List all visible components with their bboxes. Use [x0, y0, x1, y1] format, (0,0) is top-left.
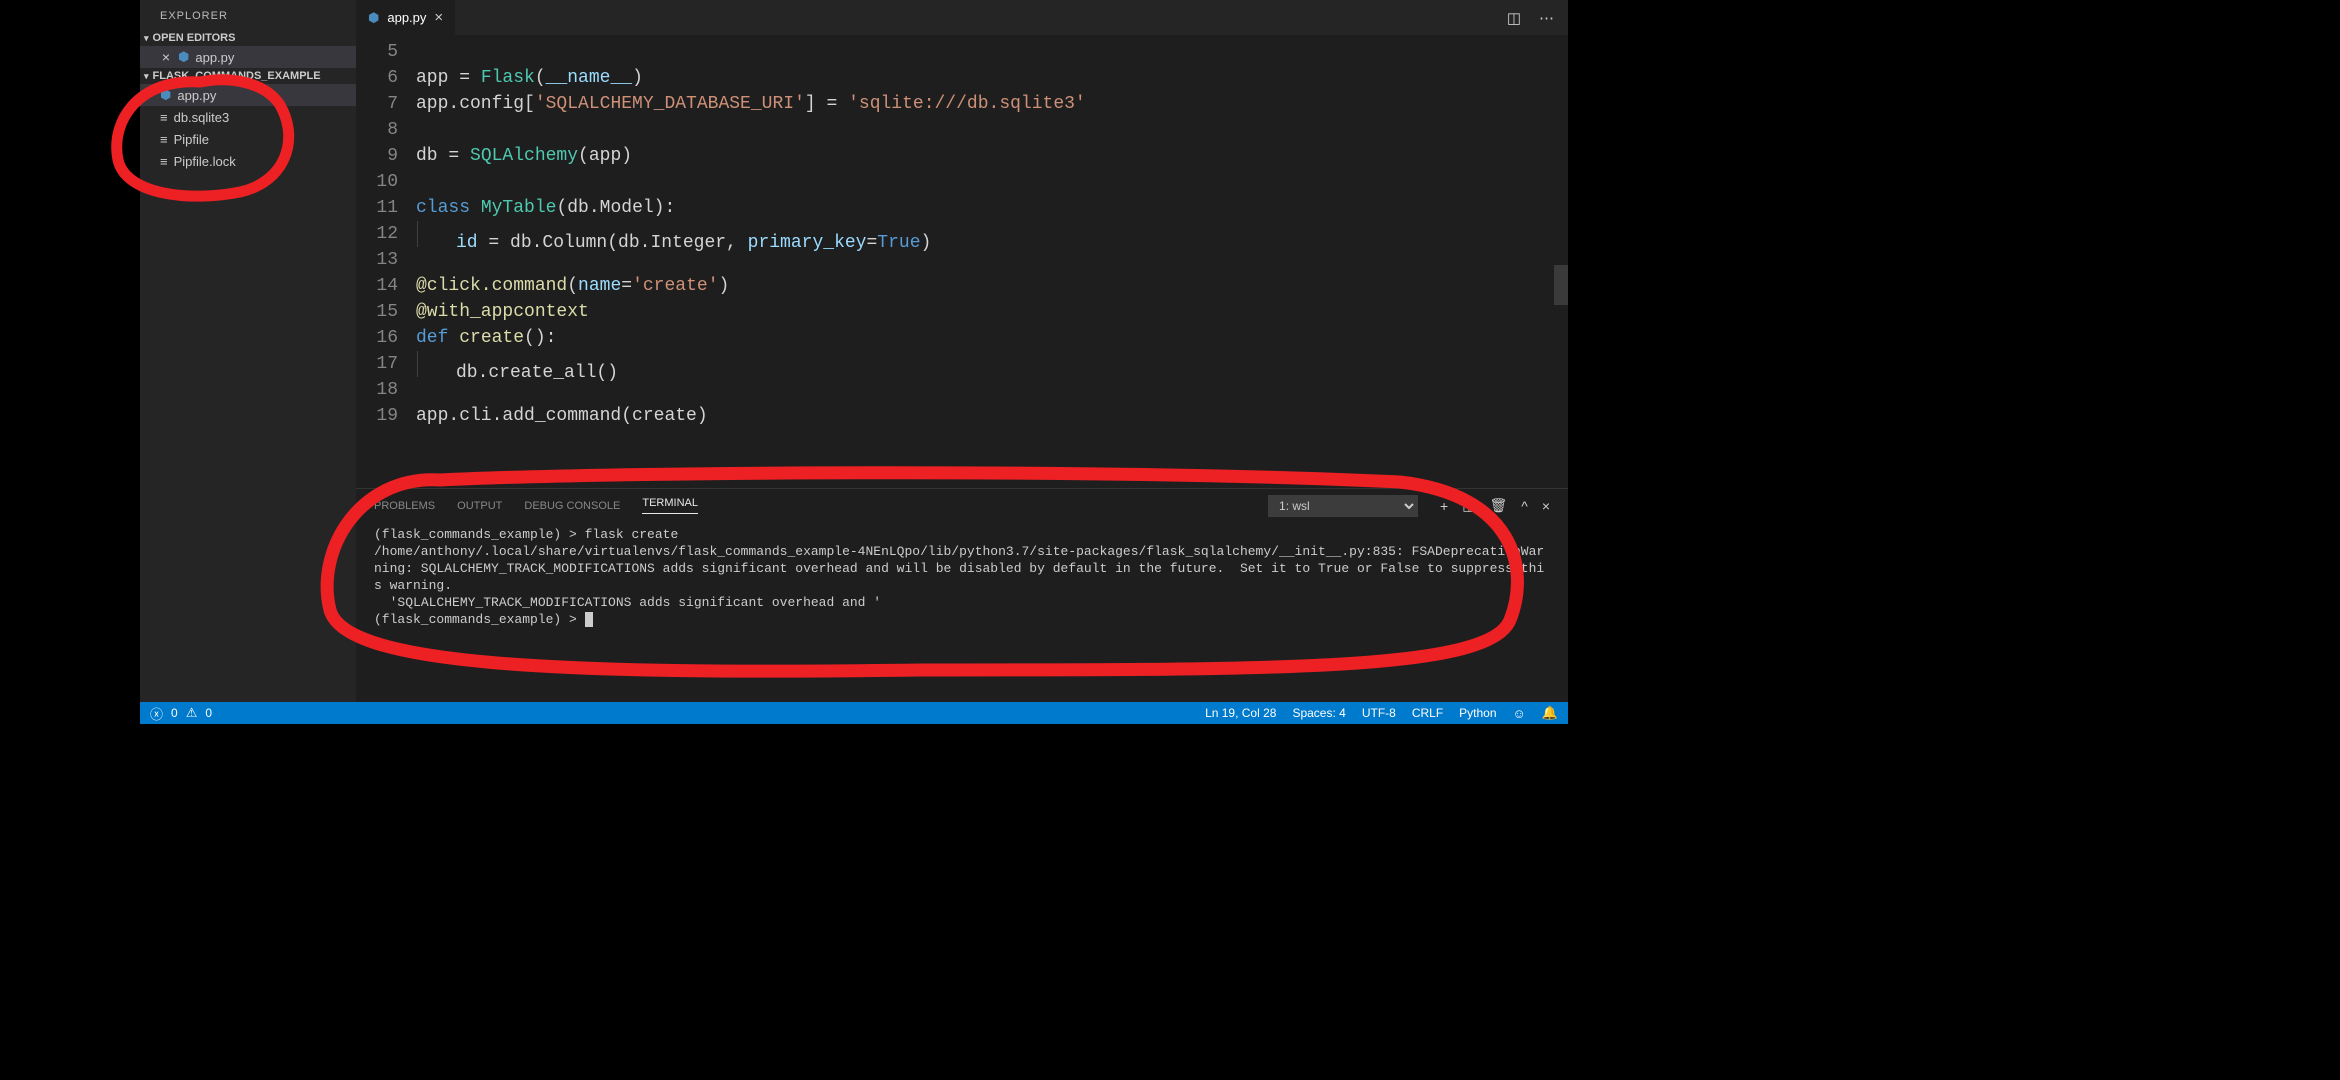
- tab-filename: app.py: [387, 10, 426, 25]
- warning-count[interactable]: 0: [205, 706, 212, 720]
- error-count[interactable]: 0: [171, 706, 178, 720]
- file-name: app.py: [177, 88, 216, 103]
- language-mode[interactable]: Python: [1459, 706, 1496, 720]
- editor-actions: ◫ ⋯: [1493, 0, 1568, 35]
- error-icon[interactable]: ⓧ: [150, 704, 163, 723]
- indentation[interactable]: Spaces: 4: [1292, 706, 1345, 720]
- minimap-thumb[interactable]: [1554, 265, 1568, 305]
- tab-problems[interactable]: PROBLEMS: [374, 500, 435, 512]
- open-editors-header[interactable]: ▾ OPEN EDITORS: [140, 30, 356, 46]
- explorer-sidebar: EXPLORER ▾ OPEN EDITORS × ⬢ app.py ▾ FLA…: [140, 0, 356, 702]
- file-item-db-sqlite3[interactable]: ≡ db.sqlite3: [140, 106, 356, 128]
- code-content[interactable]: app = Flask(__name__)app.config['SQLALCH…: [416, 35, 1568, 488]
- python-icon: ⬢: [160, 87, 171, 103]
- tab-bar: ⬢ app.py × ◫ ⋯: [356, 0, 1568, 35]
- split-editor-icon[interactable]: ◫: [1507, 9, 1521, 27]
- file-item-app-py[interactable]: ⬢ app.py: [140, 84, 356, 106]
- python-icon: ⬢: [368, 10, 379, 26]
- python-icon: ⬢: [178, 49, 189, 65]
- file-item-pipfile-lock[interactable]: ≡ Pipfile.lock: [140, 150, 356, 172]
- panel-tabs: PROBLEMS OUTPUT DEBUG CONSOLE TERMINAL 1…: [356, 489, 1568, 522]
- file-icon: ≡: [160, 154, 168, 169]
- close-icon[interactable]: ×: [160, 49, 172, 65]
- bottom-panel: PROBLEMS OUTPUT DEBUG CONSOLE TERMINAL 1…: [356, 488, 1568, 702]
- vscode-window: EXPLORER ▾ OPEN EDITORS × ⬢ app.py ▾ FLA…: [140, 0, 1568, 724]
- file-icon: ≡: [160, 132, 168, 147]
- explorer-title: EXPLORER: [140, 0, 356, 30]
- chevron-down-icon: ▾: [144, 71, 149, 82]
- close-icon[interactable]: ×: [434, 9, 443, 26]
- close-panel-icon[interactable]: ×: [1542, 498, 1550, 514]
- tab-debug-console[interactable]: DEBUG CONSOLE: [524, 500, 620, 512]
- encoding[interactable]: UTF-8: [1362, 706, 1396, 720]
- warning-icon[interactable]: ⚠: [186, 705, 198, 721]
- file-item-pipfile[interactable]: ≡ Pipfile: [140, 128, 356, 150]
- terminal-output[interactable]: (flask_commands_example) > flask create/…: [356, 522, 1568, 702]
- maximize-panel-icon[interactable]: ^: [1521, 498, 1528, 514]
- line-number-gutter: 5678910111213141516171819: [356, 35, 416, 488]
- more-actions-icon[interactable]: ⋯: [1539, 9, 1554, 27]
- open-editor-filename: app.py: [195, 50, 234, 65]
- tab-app-py[interactable]: ⬢ app.py ×: [356, 0, 456, 35]
- workspace-header[interactable]: ▾ FLASK_COMMANDS_EXAMPLE: [140, 68, 356, 84]
- feedback-icon[interactable]: ☺: [1513, 706, 1526, 721]
- file-name: db.sqlite3: [174, 110, 230, 125]
- file-name: Pipfile: [174, 132, 209, 147]
- notifications-icon[interactable]: 🔔: [1542, 705, 1558, 721]
- editor-area: ⬢ app.py × ◫ ⋯ 5678910111213141516171819…: [356, 0, 1568, 702]
- terminal-selector[interactable]: 1: wsl: [1268, 495, 1418, 517]
- minimap[interactable]: [1554, 35, 1568, 488]
- split-terminal-icon[interactable]: ◫: [1462, 497, 1475, 514]
- file-icon: ≡: [160, 110, 168, 125]
- status-bar: ⓧ 0 ⚠ 0 Ln 19, Col 28 Spaces: 4 UTF-8 CR…: [140, 702, 1568, 724]
- eol[interactable]: CRLF: [1412, 706, 1443, 720]
- tab-terminal[interactable]: TERMINAL: [642, 497, 698, 514]
- cursor-position[interactable]: Ln 19, Col 28: [1205, 706, 1276, 720]
- tab-output[interactable]: OUTPUT: [457, 500, 502, 512]
- file-name: Pipfile.lock: [174, 154, 236, 169]
- chevron-down-icon: ▾: [144, 33, 149, 44]
- new-terminal-icon[interactable]: +: [1440, 498, 1448, 514]
- code-editor[interactable]: 5678910111213141516171819 app = Flask(__…: [356, 35, 1568, 488]
- kill-terminal-icon[interactable]: 🗑: [1489, 497, 1507, 514]
- open-editor-item[interactable]: × ⬢ app.py: [140, 46, 356, 68]
